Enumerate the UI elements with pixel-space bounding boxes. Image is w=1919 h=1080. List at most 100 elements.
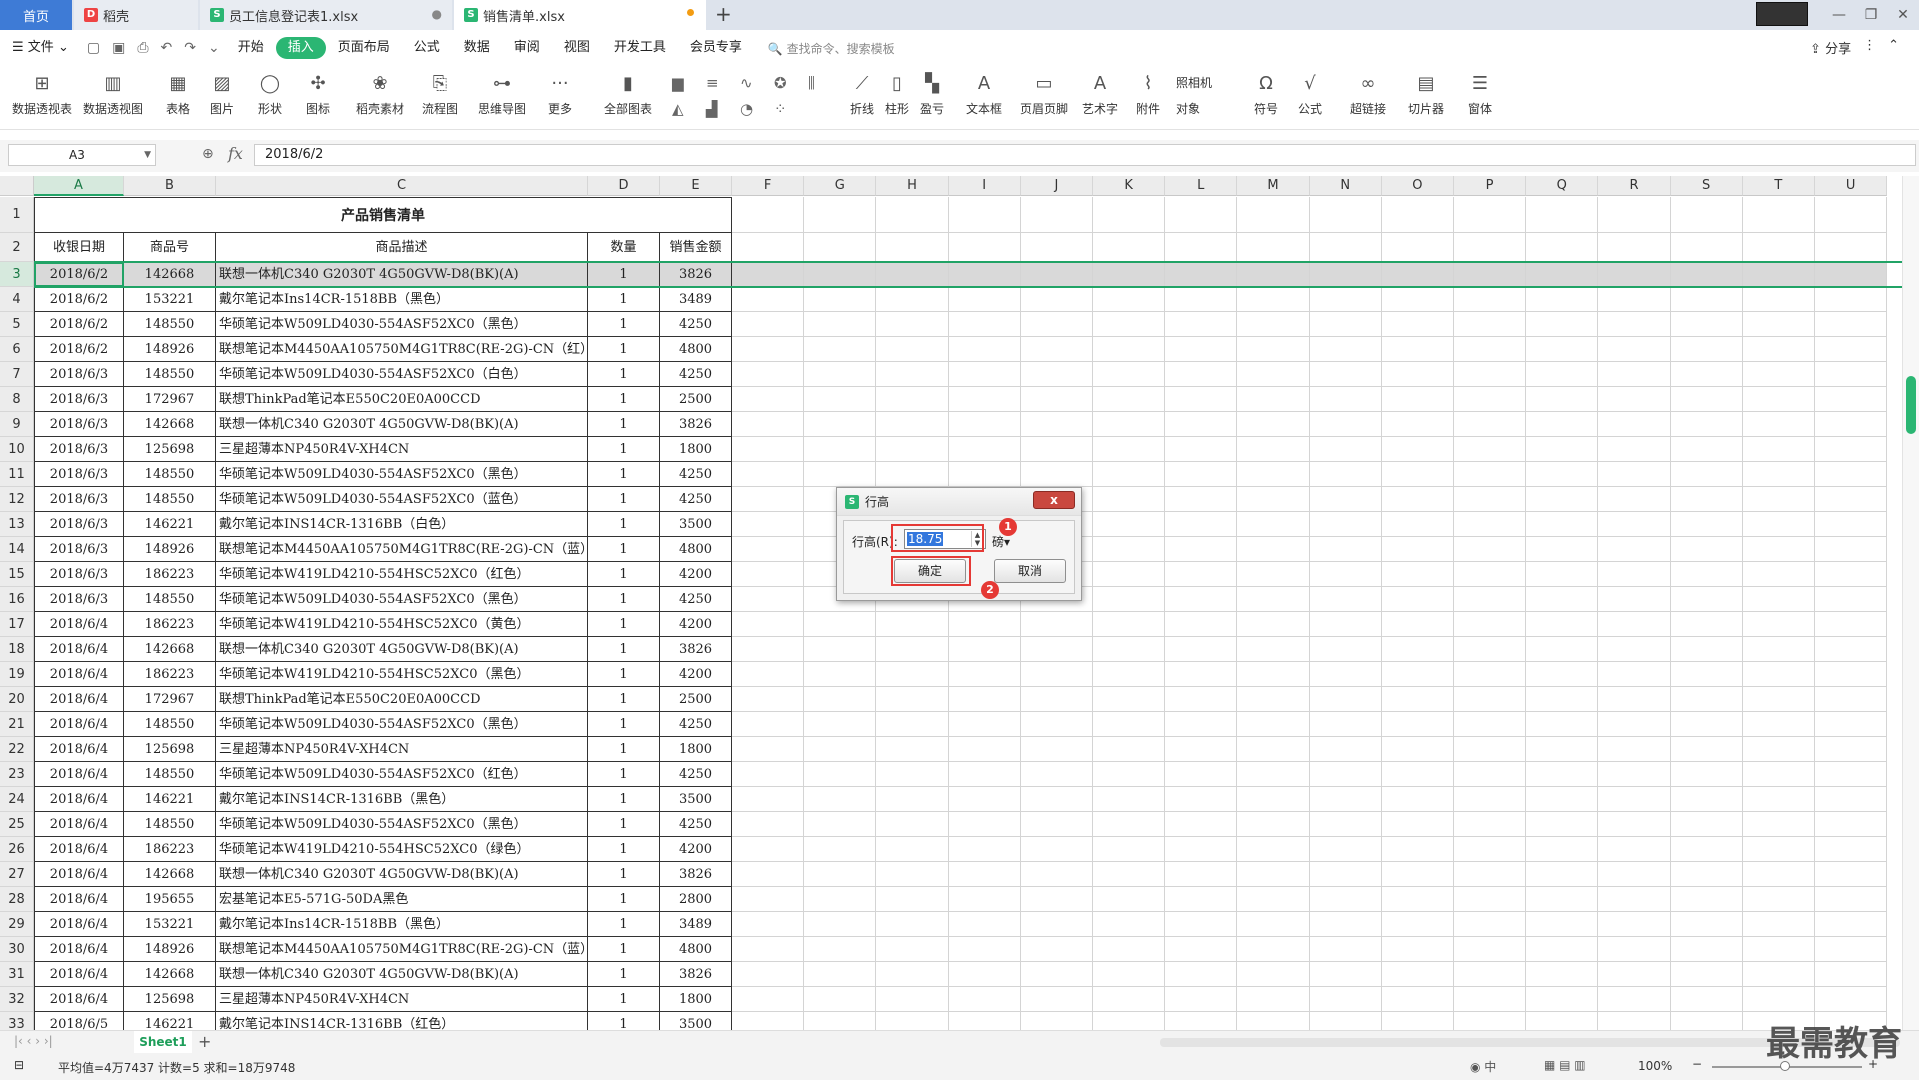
close-window-icon[interactable]: ✕ [1887, 0, 1919, 30]
empty-cell[interactable] [732, 287, 805, 312]
empty-cell[interactable] [1526, 462, 1599, 487]
cell-description[interactable]: 戴尔笔记本INS14CR-1316BB（白色） [216, 512, 588, 537]
cell-product-id[interactable]: 142668 [124, 962, 216, 987]
empty-cell[interactable] [1670, 287, 1743, 312]
cell-quantity[interactable]: 1 [588, 812, 660, 837]
empty-cell[interactable] [1815, 587, 1888, 612]
empty-cell[interactable] [1598, 462, 1671, 487]
empty-cell[interactable] [1309, 787, 1382, 812]
empty-cell[interactable] [1020, 197, 1093, 233]
cell-quantity[interactable]: 1 [588, 512, 660, 537]
empty-cell[interactable] [1742, 287, 1815, 312]
row-header[interactable]: 13 [0, 512, 34, 537]
row-header[interactable]: 20 [0, 687, 34, 712]
file-menu[interactable]: ☰ 文件 ⌄ [0, 37, 81, 59]
empty-cell[interactable] [1454, 962, 1527, 987]
empty-cell[interactable] [1381, 537, 1454, 562]
empty-cell[interactable] [1165, 687, 1238, 712]
empty-cell[interactable] [1093, 987, 1166, 1012]
new-doc-icon[interactable]: ▢ [81, 40, 106, 56]
empty-cell[interactable] [1526, 587, 1599, 612]
empty-cell[interactable] [732, 737, 805, 762]
empty-cell[interactable] [1598, 712, 1671, 737]
empty-cell[interactable] [1381, 312, 1454, 337]
empty-cell[interactable] [1670, 987, 1743, 1012]
empty-cell[interactable] [1093, 862, 1166, 887]
row-header[interactable]: 12 [0, 487, 34, 512]
empty-cell[interactable] [1309, 812, 1382, 837]
empty-cell[interactable] [948, 312, 1021, 337]
row-header[interactable]: 15 [0, 562, 34, 587]
empty-cell[interactable] [1020, 912, 1093, 937]
empty-cell[interactable] [1237, 262, 1310, 287]
cell-description[interactable]: 华硕笔记本W509LD4030-554ASF52XC0（黑色） [216, 712, 588, 737]
empty-cell[interactable] [732, 887, 805, 912]
empty-cell[interactable] [1454, 637, 1527, 662]
empty-cell[interactable] [1020, 287, 1093, 312]
column-header[interactable]: M [1237, 176, 1310, 196]
empty-cell[interactable] [876, 687, 949, 712]
empty-cell[interactable] [1237, 812, 1310, 837]
cell-description[interactable]: 三星超薄本NP450R4V-XH4CN [216, 987, 588, 1012]
empty-cell[interactable] [1381, 787, 1454, 812]
cell-quantity[interactable]: 1 [588, 937, 660, 962]
empty-cell[interactable] [948, 837, 1021, 862]
empty-cell[interactable] [1020, 987, 1093, 1012]
cell-amount[interactable]: 3826 [660, 862, 732, 887]
empty-cell[interactable] [1742, 987, 1815, 1012]
row-header[interactable]: 16 [0, 587, 34, 612]
empty-cell[interactable] [1526, 437, 1599, 462]
empty-cell[interactable] [732, 937, 805, 962]
empty-cell[interactable] [1165, 962, 1238, 987]
empty-cell[interactable] [804, 337, 877, 362]
empty-cell[interactable] [1309, 737, 1382, 762]
empty-cell[interactable] [1815, 562, 1888, 587]
empty-cell[interactable] [1598, 962, 1671, 987]
empty-cell[interactable] [1020, 687, 1093, 712]
zoom-search-icon[interactable]: ⊕ [202, 146, 214, 162]
empty-cell[interactable] [1093, 362, 1166, 387]
row-header[interactable]: 5 [0, 312, 34, 337]
empty-cell[interactable] [1742, 512, 1815, 537]
view-mode-icons[interactable]: ▦ ▤ ▥ [1544, 1058, 1586, 1072]
empty-cell[interactable] [948, 662, 1021, 687]
empty-cell[interactable] [876, 862, 949, 887]
row-header[interactable]: 30 [0, 937, 34, 962]
cell-quantity[interactable]: 1 [588, 837, 660, 862]
empty-cell[interactable] [1381, 587, 1454, 612]
empty-cell[interactable] [1815, 712, 1888, 737]
empty-cell[interactable] [1237, 987, 1310, 1012]
empty-cell[interactable] [1815, 437, 1888, 462]
cell-description[interactable]: 戴尔笔记本Ins14CR-1518BB（黑色） [216, 287, 588, 312]
column-header[interactable]: R [1598, 176, 1671, 196]
empty-cell[interactable] [948, 637, 1021, 662]
row-header[interactable]: 1 [0, 197, 34, 233]
menu-item[interactable]: 公式 [402, 37, 452, 59]
empty-cell[interactable] [1670, 197, 1743, 233]
empty-cell[interactable] [732, 612, 805, 637]
cell-date[interactable]: 2018/6/2 [34, 312, 124, 337]
menu-item[interactable]: 开始 [226, 37, 276, 59]
empty-cell[interactable] [1237, 387, 1310, 412]
empty-cell[interactable] [804, 787, 877, 812]
cell-amount[interactable]: 4250 [660, 812, 732, 837]
empty-cell[interactable] [732, 437, 805, 462]
cell-product-id[interactable]: 148550 [124, 362, 216, 387]
empty-cell[interactable] [876, 362, 949, 387]
cell-description[interactable]: 华硕笔记本W509LD4030-554ASF52XC0（黑色） [216, 312, 588, 337]
cell-product-id[interactable]: 172967 [124, 687, 216, 712]
empty-cell[interactable] [1454, 262, 1527, 287]
empty-cell[interactable] [1742, 937, 1815, 962]
cell-description[interactable]: 联想ThinkPad笔记本E550C20E0A00CCD [216, 687, 588, 712]
menu-item[interactable]: 会员专享 [678, 37, 754, 59]
empty-cell[interactable] [1670, 612, 1743, 637]
empty-cell[interactable] [1815, 512, 1888, 537]
empty-cell[interactable] [1020, 737, 1093, 762]
empty-cell[interactable] [948, 912, 1021, 937]
column-header[interactable]: T [1742, 176, 1815, 196]
row-header[interactable]: 22 [0, 737, 34, 762]
empty-cell[interactable] [1670, 437, 1743, 462]
empty-cell[interactable] [1093, 337, 1166, 362]
empty-cell[interactable] [1742, 637, 1815, 662]
row-header[interactable]: 2 [0, 233, 34, 262]
